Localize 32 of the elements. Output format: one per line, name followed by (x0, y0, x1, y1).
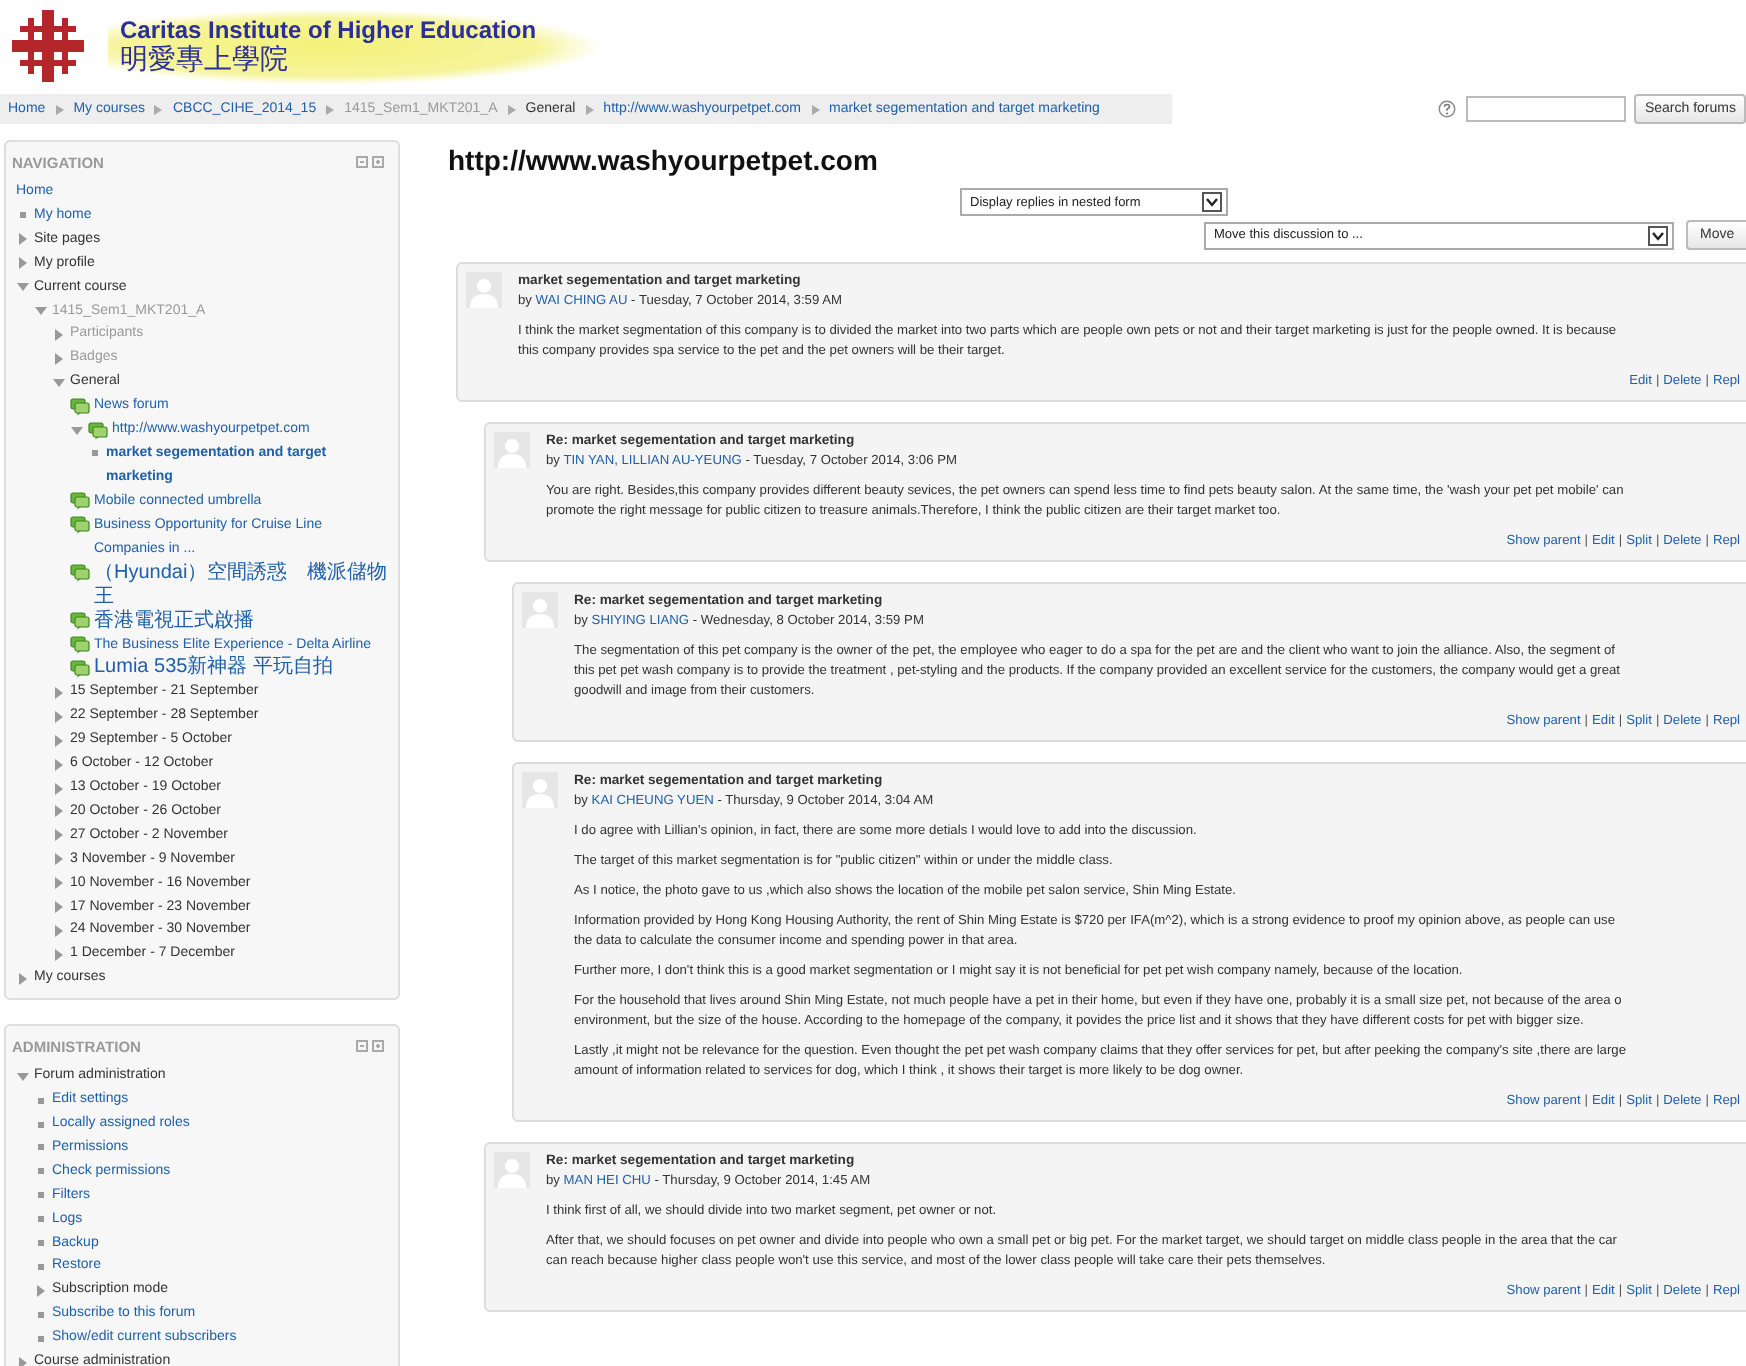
separator-arrow-icon (53, 103, 66, 115)
forum-icon (70, 612, 90, 630)
separator-arrow-icon (809, 103, 821, 115)
avatar-icon (494, 432, 530, 468)
avatar-icon (466, 272, 502, 308)
nav-link[interactable]: Lumia 535新神器 平玩自拍 (94, 656, 333, 681)
forum-icon (70, 397, 90, 416)
avatar-icon (494, 1152, 530, 1188)
forum-icon (70, 516, 90, 535)
nav-link[interactable]: （Hyundai）空間誘惑 機派儲物王 (94, 561, 392, 609)
forum-icon (70, 636, 90, 654)
block-controls-icon (356, 156, 384, 168)
separator-arrow-icon (324, 103, 337, 115)
block-controls-icon (356, 1040, 384, 1053)
avatar-icon (522, 592, 558, 628)
avatar-icon (522, 772, 558, 808)
logo-icon (8, 6, 88, 86)
nav-link[interactable]: 香港電視正式啟播 (94, 609, 254, 633)
forum-icon (70, 564, 90, 582)
search-field[interactable] (1466, 96, 1627, 122)
forum-icon (88, 421, 108, 440)
forum-icon (70, 492, 90, 511)
dropdown-arrow-icon (1648, 225, 1668, 245)
separator-arrow-icon (583, 103, 596, 115)
separator-arrow-icon (505, 103, 518, 115)
dropdown-arrow-icon (1202, 192, 1222, 212)
discussion-title: http://www.washyourpetpet.com (448, 142, 880, 178)
institute-name-chinese: 明愛專上學院 (120, 43, 290, 77)
help-icon[interactable] (1438, 100, 1457, 118)
separator-arrow-icon (152, 103, 165, 115)
institute-name: Caritas Institute of Higher Education (120, 15, 537, 43)
forum-icon (70, 659, 90, 678)
